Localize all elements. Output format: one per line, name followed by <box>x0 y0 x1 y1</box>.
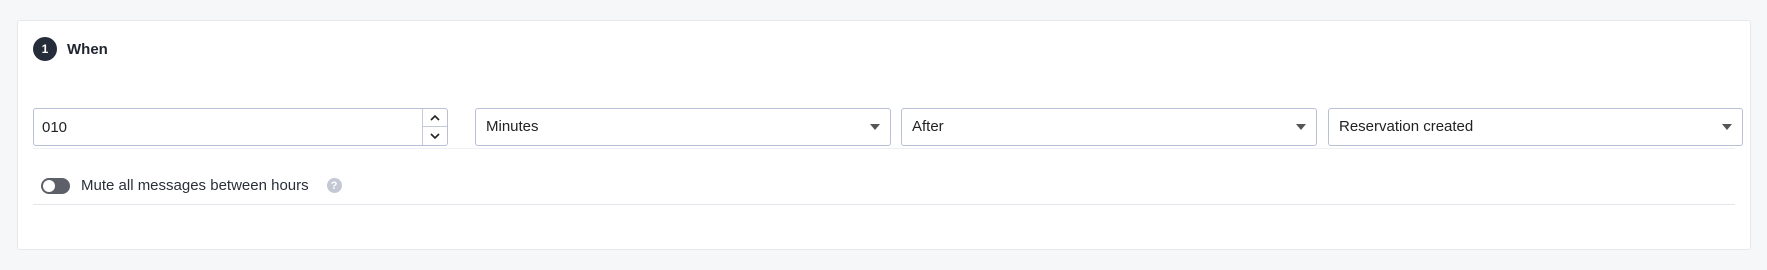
delay-quantity-stepper <box>33 108 448 146</box>
chevron-down-icon <box>430 132 440 139</box>
trigger-event-select[interactable]: Reservation created <box>1328 108 1743 146</box>
timing-controls-row: Minutes After Reservation created <box>33 108 1743 146</box>
question-mark-icon[interactable]: ? <box>326 178 342 193</box>
delay-value-input[interactable] <box>34 109 414 145</box>
mute-messages-label: Mute all messages between hours <box>81 177 309 194</box>
mute-messages-toggle[interactable] <box>41 177 70 194</box>
section-title: When <box>67 40 108 58</box>
divider <box>33 204 1735 205</box>
mute-messages-row: Mute all messages between hours ? <box>41 177 342 194</box>
chevron-up-icon <box>430 114 440 121</box>
direction-selected-value: After <box>912 118 944 135</box>
stepper-controls <box>422 109 447 145</box>
trigger-event-selected-value: Reservation created <box>1339 118 1474 135</box>
direction-select[interactable]: After <box>901 108 1317 146</box>
dropdown-caret-icon <box>1722 124 1732 130</box>
time-unit-select[interactable]: Minutes <box>475 108 891 146</box>
increment-button[interactable] <box>423 109 447 127</box>
section-header: 1 When <box>33 37 108 61</box>
when-section-card: 1 When Minutes <box>17 20 1751 250</box>
dropdown-caret-icon <box>870 124 880 130</box>
divider <box>33 148 1735 149</box>
dropdown-caret-icon <box>1296 124 1306 130</box>
time-unit-selected-value: Minutes <box>486 118 539 135</box>
decrement-button[interactable] <box>423 127 447 145</box>
toggle-knob <box>43 179 55 192</box>
step-number-badge: 1 <box>33 37 57 61</box>
